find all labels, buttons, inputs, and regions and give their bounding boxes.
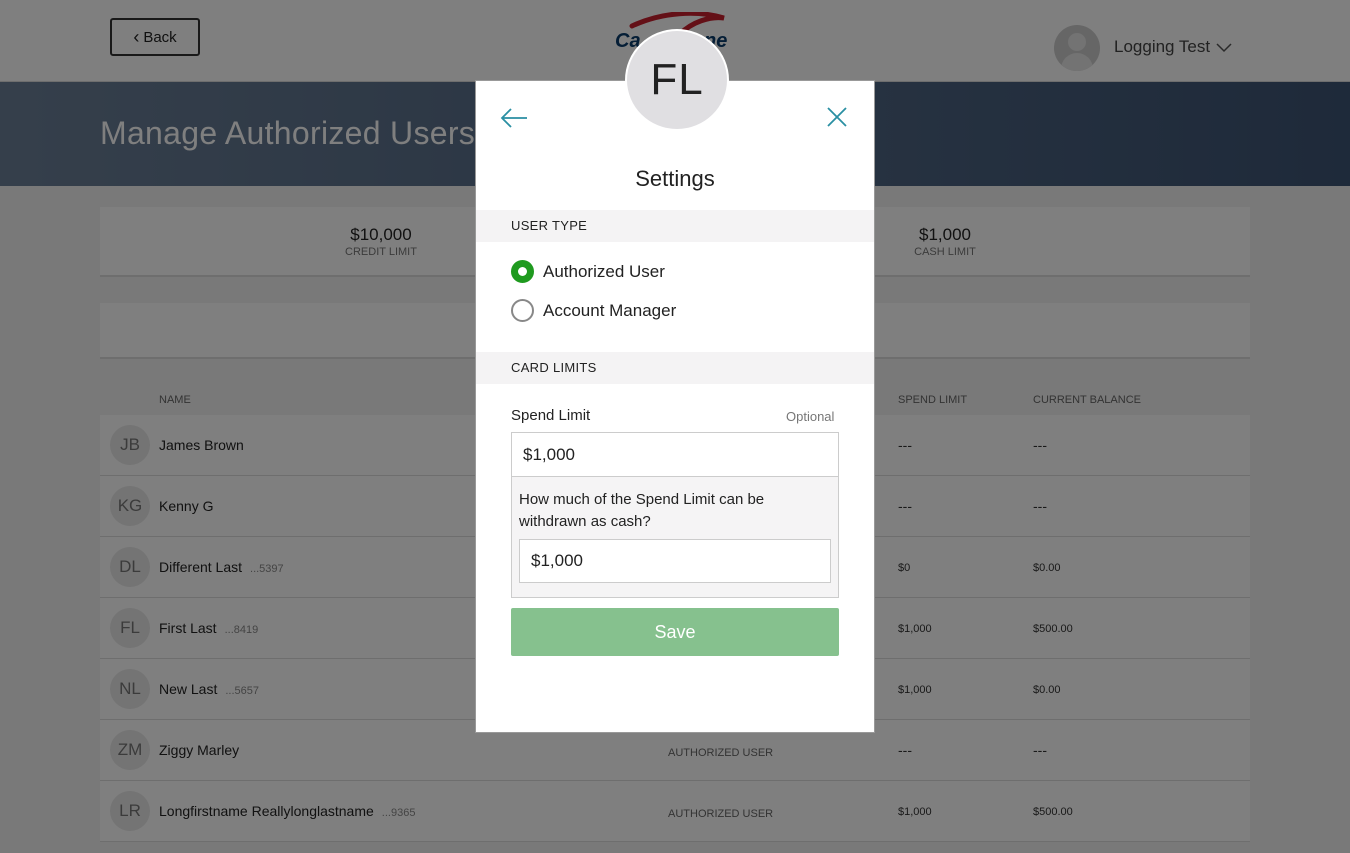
card-limits-section-label: CARD LIMITS [476,352,874,384]
radio-unchecked-icon [511,299,534,322]
radio-label: Authorized User [543,261,665,281]
spend-limit-input[interactable] [512,433,838,477]
user-type-section-label: USER TYPE [476,210,874,242]
optional-label: Optional [786,409,835,424]
radio-account-manager[interactable]: Account Manager [511,299,676,322]
cash-limit-input[interactable] [519,539,831,583]
radio-authorized-user[interactable]: Authorized User [511,260,665,283]
settings-modal: Settings USER TYPE Authorized User Accou… [475,80,875,733]
spend-limit-label: Spend Limit [511,407,591,424]
cash-question-label: How much of the Spend Limit can be withd… [519,491,765,530]
radio-checked-icon [511,260,534,283]
modal-title: Settings [635,166,715,191]
close-icon[interactable] [826,106,848,128]
modal-avatar: FL [625,29,729,131]
radio-label: Account Manager [543,300,677,320]
save-button[interactable]: Save [511,608,839,656]
arrow-left-icon[interactable] [500,107,528,129]
limits-field-group: How much of the Spend Limit can be withd… [511,432,839,598]
